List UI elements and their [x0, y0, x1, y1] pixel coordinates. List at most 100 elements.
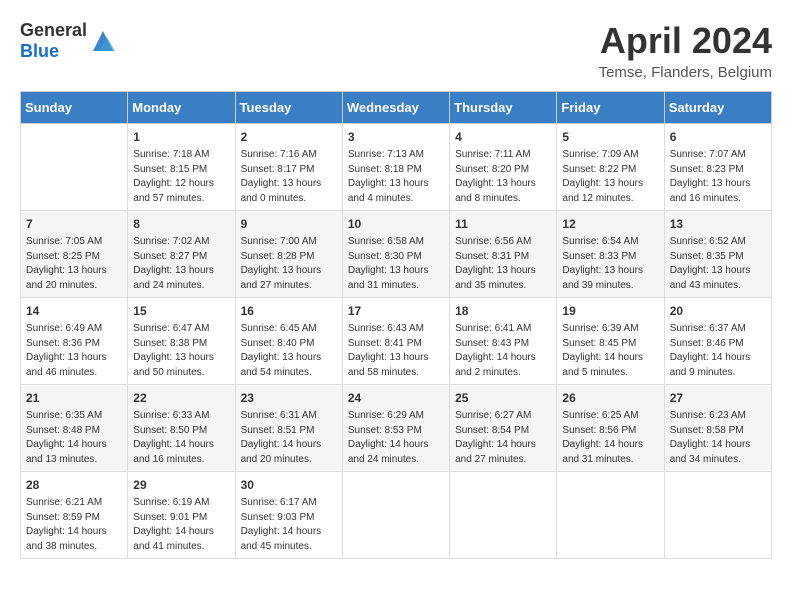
- day-number: 4: [455, 128, 551, 146]
- calendar-cell: 4 Sunrise: 7:11 AM Sunset: 8:20 PM Daylig…: [450, 124, 557, 211]
- day-number: 13: [670, 215, 766, 233]
- cell-content: Sunrise: 6:43 AM Sunset: 8:41 PM Dayligh…: [348, 322, 444, 380]
- calendar-cell: 18 Sunrise: 6:41 AM Sunset: 8:43 PM Dayli…: [450, 298, 557, 385]
- cell-content: Sunrise: 6:37 AM Sunset: 8:46 PM Dayligh…: [670, 322, 766, 380]
- day-number: 25: [455, 389, 551, 407]
- calendar-cell: 14Sunrise: 6:49 AM Sunset: 8:36 PM Dayli…: [21, 298, 128, 385]
- day-number: 10: [348, 215, 444, 233]
- cell-content: Sunrise: 7:09 AM Sunset: 8:22 PM Dayligh…: [562, 148, 658, 206]
- calendar-cell: 17 Sunrise: 6:43 AM Sunset: 8:41 PM Dayli…: [342, 298, 449, 385]
- day-number: 7: [26, 215, 122, 233]
- weekday-header-tuesday: Tuesday: [235, 92, 342, 124]
- calendar-cell: 21 Sunrise: 6:35 AM Sunset: 8:48 PM Dayli…: [21, 385, 128, 472]
- cell-content: Sunrise: 6:45 AM Sunset: 8:40 PM Dayligh…: [241, 322, 337, 380]
- calendar-cell: 20 Sunrise: 6:37 AM Sunset: 8:46 PM Dayli…: [664, 298, 771, 385]
- page-header: General Blue April 2024 Temse, Flanders,…: [20, 20, 772, 81]
- calendar-cell: 29Sunrise: 6:19 AM Sunset: 9:01 PM Dayli…: [128, 472, 235, 559]
- weekday-header-monday: Monday: [128, 92, 235, 124]
- cell-content: Sunrise: 7:05 AM Sunset: 8:25 PM Dayligh…: [26, 235, 122, 293]
- logo-general: General: [20, 20, 87, 40]
- day-number: 2: [241, 128, 337, 146]
- calendar-cell: 12Sunrise: 6:54 AM Sunset: 8:33 PM Dayli…: [557, 211, 664, 298]
- calendar-cell: 3 Sunrise: 7:13 AM Sunset: 8:18 PM Daylig…: [342, 124, 449, 211]
- week-row-2: 7 Sunrise: 7:05 AM Sunset: 8:25 PM Daylig…: [21, 211, 772, 298]
- week-row-5: 28Sunrise: 6:21 AM Sunset: 8:59 PM Dayli…: [21, 472, 772, 559]
- calendar-cell: [342, 472, 449, 559]
- cell-content: Sunrise: 6:56 AM Sunset: 8:31 PM Dayligh…: [455, 235, 551, 293]
- calendar-cell: 9Sunrise: 7:00 AM Sunset: 8:28 PM Daylig…: [235, 211, 342, 298]
- day-number: 20: [670, 302, 766, 320]
- calendar-cell: [450, 472, 557, 559]
- weekday-header-sunday: Sunday: [21, 92, 128, 124]
- calendar-cell: 7 Sunrise: 7:05 AM Sunset: 8:25 PM Daylig…: [21, 211, 128, 298]
- cell-content: Sunrise: 6:39 AM Sunset: 8:45 PM Dayligh…: [562, 322, 658, 380]
- cell-content: Sunrise: 6:33 AM Sunset: 8:50 PM Dayligh…: [133, 409, 229, 467]
- cell-content: Sunrise: 6:25 AM Sunset: 8:56 PM Dayligh…: [562, 409, 658, 467]
- cell-content: Sunrise: 7:11 AM Sunset: 8:20 PM Dayligh…: [455, 148, 551, 206]
- calendar-cell: 10Sunrise: 6:58 AM Sunset: 8:30 PM Dayli…: [342, 211, 449, 298]
- cell-content: Sunrise: 6:21 AM Sunset: 8:59 PM Dayligh…: [26, 496, 122, 554]
- weekday-header-friday: Friday: [557, 92, 664, 124]
- cell-content: Sunrise: 7:16 AM Sunset: 8:17 PM Dayligh…: [241, 148, 337, 206]
- weekday-header-row: SundayMondayTuesdayWednesdayThursdayFrid…: [21, 92, 772, 124]
- calendar-cell: 13Sunrise: 6:52 AM Sunset: 8:35 PM Dayli…: [664, 211, 771, 298]
- day-number: 5: [562, 128, 658, 146]
- cell-content: Sunrise: 7:13 AM Sunset: 8:18 PM Dayligh…: [348, 148, 444, 206]
- calendar-cell: 15Sunrise: 6:47 AM Sunset: 8:38 PM Dayli…: [128, 298, 235, 385]
- month-title: April 2024: [599, 20, 772, 62]
- calendar-cell: [21, 124, 128, 211]
- day-number: 21: [26, 389, 122, 407]
- calendar-cell: 30 Sunrise: 6:17 AM Sunset: 9:03 PM Dayli…: [235, 472, 342, 559]
- logo-blue: Blue: [20, 41, 59, 61]
- day-number: 30: [241, 476, 337, 494]
- day-number: 3: [348, 128, 444, 146]
- calendar-cell: 27Sunrise: 6:23 AM Sunset: 8:58 PM Dayli…: [664, 385, 771, 472]
- cell-content: Sunrise: 6:29 AM Sunset: 8:53 PM Dayligh…: [348, 409, 444, 467]
- calendar-cell: 5 Sunrise: 7:09 AM Sunset: 8:22 PM Daylig…: [557, 124, 664, 211]
- day-number: 8: [133, 215, 229, 233]
- cell-content: Sunrise: 6:31 AM Sunset: 8:51 PM Dayligh…: [241, 409, 337, 467]
- cell-content: Sunrise: 7:07 AM Sunset: 8:23 PM Dayligh…: [670, 148, 766, 206]
- title-area: April 2024 Temse, Flanders, Belgium: [599, 20, 772, 81]
- calendar-cell: 8 Sunrise: 7:02 AM Sunset: 8:27 PM Daylig…: [128, 211, 235, 298]
- calendar-cell: 24 Sunrise: 6:29 AM Sunset: 8:53 PM Dayli…: [342, 385, 449, 472]
- day-number: 16: [241, 302, 337, 320]
- calendar-cell: 25 Sunrise: 6:27 AM Sunset: 8:54 PM Dayli…: [450, 385, 557, 472]
- calendar-cell: 1 Sunrise: 7:18 AM Sunset: 8:15 PM Daylig…: [128, 124, 235, 211]
- logo: General Blue: [20, 20, 117, 62]
- cell-content: Sunrise: 6:47 AM Sunset: 8:38 PM Dayligh…: [133, 322, 229, 380]
- day-number: 24: [348, 389, 444, 407]
- day-number: 17: [348, 302, 444, 320]
- weekday-header-wednesday: Wednesday: [342, 92, 449, 124]
- calendar-cell: 16 Sunrise: 6:45 AM Sunset: 8:40 PM Dayli…: [235, 298, 342, 385]
- cell-content: Sunrise: 6:17 AM Sunset: 9:03 PM Dayligh…: [241, 496, 337, 554]
- calendar-cell: 28Sunrise: 6:21 AM Sunset: 8:59 PM Dayli…: [21, 472, 128, 559]
- calendar-cell: 23Sunrise: 6:31 AM Sunset: 8:51 PM Dayli…: [235, 385, 342, 472]
- calendar-cell: [557, 472, 664, 559]
- cell-content: Sunrise: 6:41 AM Sunset: 8:43 PM Dayligh…: [455, 322, 551, 380]
- calendar-table: SundayMondayTuesdayWednesdayThursdayFrid…: [20, 91, 772, 559]
- calendar-cell: 6Sunrise: 7:07 AM Sunset: 8:23 PM Daylig…: [664, 124, 771, 211]
- calendar-cell: 26 Sunrise: 6:25 AM Sunset: 8:56 PM Dayli…: [557, 385, 664, 472]
- day-number: 18: [455, 302, 551, 320]
- week-row-1: 1 Sunrise: 7:18 AM Sunset: 8:15 PM Daylig…: [21, 124, 772, 211]
- week-row-4: 21 Sunrise: 6:35 AM Sunset: 8:48 PM Dayli…: [21, 385, 772, 472]
- cell-content: Sunrise: 6:27 AM Sunset: 8:54 PM Dayligh…: [455, 409, 551, 467]
- logo-icon: [89, 27, 117, 55]
- weekday-header-thursday: Thursday: [450, 92, 557, 124]
- week-row-3: 14Sunrise: 6:49 AM Sunset: 8:36 PM Dayli…: [21, 298, 772, 385]
- location-subtitle: Temse, Flanders, Belgium: [599, 64, 772, 81]
- calendar-cell: 22 Sunrise: 6:33 AM Sunset: 8:50 PM Dayli…: [128, 385, 235, 472]
- day-number: 22: [133, 389, 229, 407]
- cell-content: Sunrise: 7:00 AM Sunset: 8:28 PM Dayligh…: [241, 235, 337, 293]
- day-number: 14: [26, 302, 122, 320]
- cell-content: Sunrise: 7:02 AM Sunset: 8:27 PM Dayligh…: [133, 235, 229, 293]
- logo-text: General Blue: [20, 20, 87, 62]
- day-number: 1: [133, 128, 229, 146]
- calendar-cell: 19 Sunrise: 6:39 AM Sunset: 8:45 PM Dayli…: [557, 298, 664, 385]
- day-number: 19: [562, 302, 658, 320]
- cell-content: Sunrise: 7:18 AM Sunset: 8:15 PM Dayligh…: [133, 148, 229, 206]
- cell-content: Sunrise: 6:19 AM Sunset: 9:01 PM Dayligh…: [133, 496, 229, 554]
- day-number: 26: [562, 389, 658, 407]
- cell-content: Sunrise: 6:35 AM Sunset: 8:48 PM Dayligh…: [26, 409, 122, 467]
